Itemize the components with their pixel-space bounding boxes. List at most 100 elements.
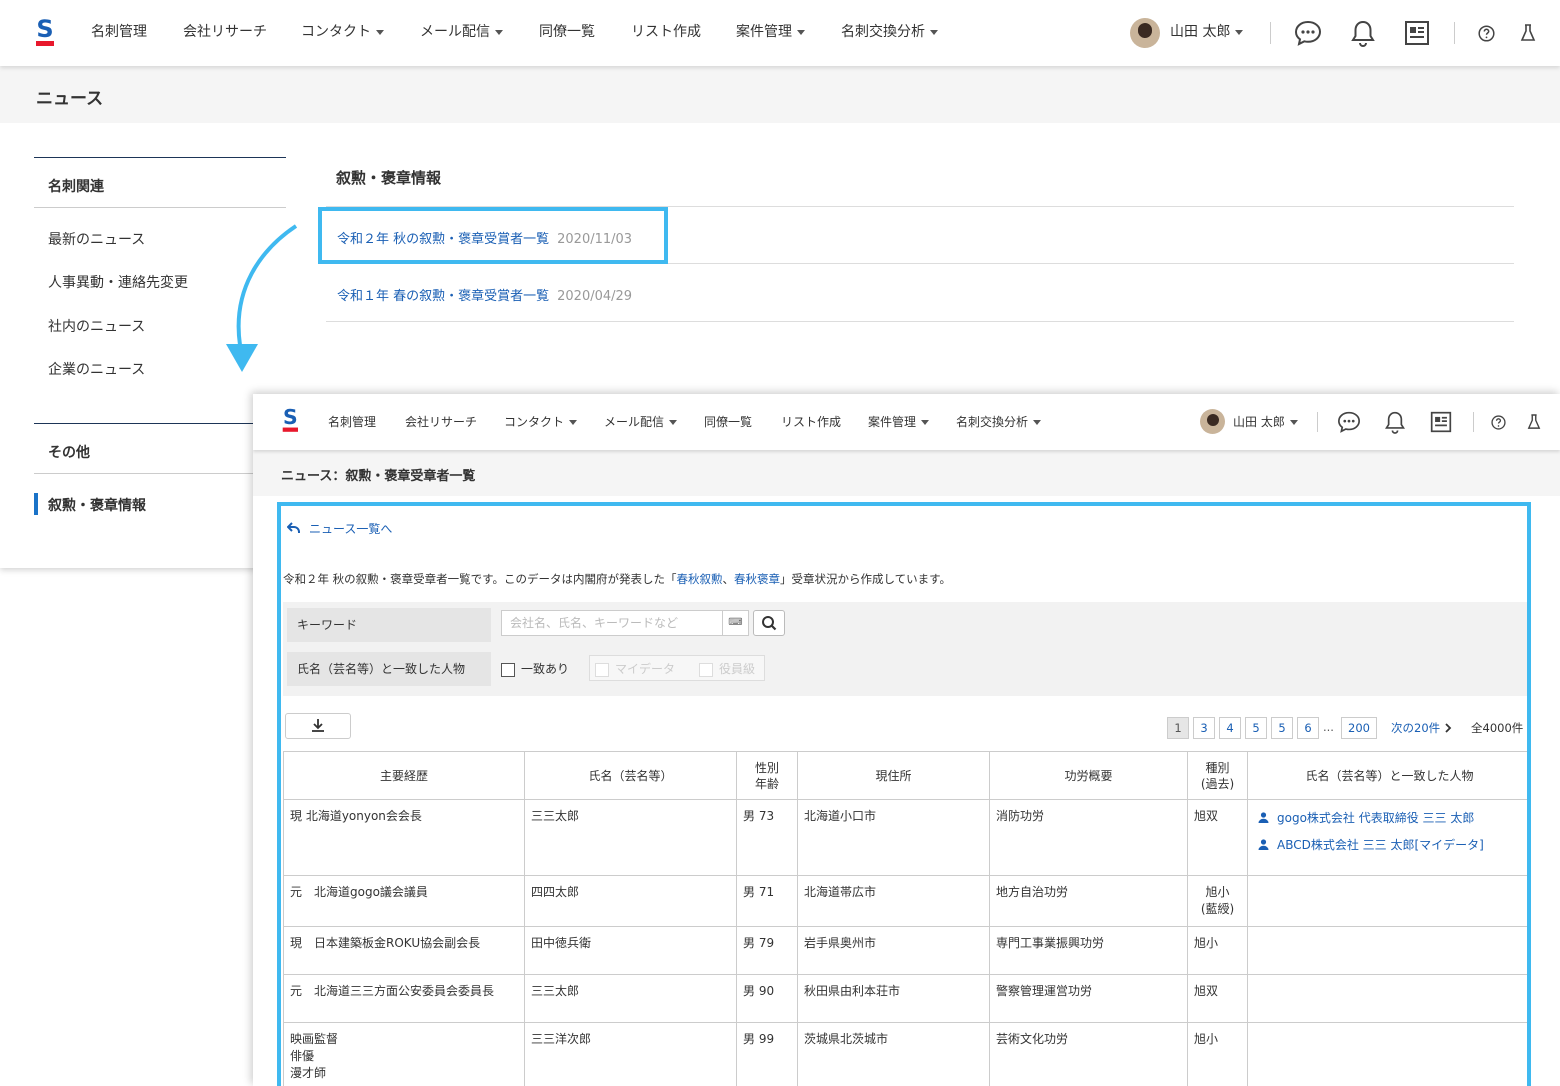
table-row: 現 北海道yonyon会会長 三三太郎 男 73 北海道小口市 消防功労 旭双 … xyxy=(283,799,1527,876)
matched-person-link[interactable]: gogo株式会社 代表取締役 三三 太郎 xyxy=(1258,810,1525,827)
flask-icon[interactable] xyxy=(1527,414,1541,434)
decoration-list-screen: S 名刺管理 会社リサーチ コンタクト メール配信 同僚一覧 リスト作成 案件管… xyxy=(253,394,1560,1086)
page-button-last[interactable]: 200 xyxy=(1341,717,1377,739)
cell-merit: 地方自治功労 xyxy=(989,875,1188,927)
nav-list-creation[interactable]: リスト作成 xyxy=(631,22,701,42)
avatar[interactable] xyxy=(1130,18,1160,48)
cell-matched-person xyxy=(1247,926,1527,975)
user-menu[interactable]: 山田 太郎 xyxy=(1170,22,1244,42)
page-title-bar: ニュース：叙勲・褒章受章者一覧 xyxy=(253,450,1560,496)
cell-matched-person: gogo株式会社 代表取締役 三三 太郎 ABCD株式会社 三三 太郎[マイデー… xyxy=(1247,799,1527,876)
link-spring-autumn-medals[interactable]: 春秋褒章 xyxy=(734,572,780,586)
page-button[interactable]: 4 xyxy=(1219,717,1241,739)
executive-checkbox: 役員級 xyxy=(699,660,755,677)
sidebar-item-decorations[interactable]: 叙勲・褒章情報 xyxy=(48,495,146,515)
nav-colleagues[interactable]: 同僚一覧 xyxy=(539,22,595,42)
cell-name: 田中徳兵衛 xyxy=(524,926,737,975)
bell-icon[interactable] xyxy=(1384,410,1406,438)
chevron-down-icon xyxy=(1235,29,1244,35)
search-button[interactable] xyxy=(753,610,785,636)
link-spring-autumn-decorations[interactable]: 春秋叙勲 xyxy=(677,572,723,586)
nav-mail-delivery[interactable]: メール配信 xyxy=(420,22,503,42)
nav-contact[interactable]: コンタクト xyxy=(504,413,578,430)
table-header-row: 主要経歴 氏名（芸名等） 性別 年齢 現住所 功労概要 種別 (過去) 氏名（芸… xyxy=(283,751,1527,800)
nav-company-research[interactable]: 会社リサーチ xyxy=(183,22,267,42)
user-menu[interactable]: 山田 太郎 xyxy=(1233,413,1298,430)
bell-icon[interactable] xyxy=(1350,19,1376,51)
app-logo[interactable]: S xyxy=(281,407,300,434)
nav-contact[interactable]: コンタクト xyxy=(301,22,384,42)
nav-card-management[interactable]: 名刺管理 xyxy=(328,413,376,430)
nav-exchange-analysis[interactable]: 名刺交換分析 xyxy=(956,413,1042,430)
nav-mail-delivery[interactable]: メール配信 xyxy=(604,413,678,430)
cell-merit: 専門工事業振興功労 xyxy=(989,926,1188,975)
cell-career: 現 北海道yonyon会会長 xyxy=(283,799,525,876)
sidebar-item-personnel-changes[interactable]: 人事異動・連絡先変更 xyxy=(48,272,188,292)
mydata-checkbox: マイデータ xyxy=(595,660,675,677)
matched-person-link[interactable]: ABCD株式会社 三三 太郎[マイデータ] xyxy=(1258,837,1525,854)
sidebar-item-latest-news[interactable]: 最新のニュース xyxy=(48,229,145,249)
news-icon[interactable] xyxy=(1430,411,1452,437)
nav-deal-management[interactable]: 案件管理 xyxy=(868,413,930,430)
top-navigation: S 名刺管理 会社リサーチ コンタクト メール配信 同僚一覧 リスト作成 案件管… xyxy=(0,0,1560,66)
cell-address: 北海道帯広市 xyxy=(797,875,990,927)
top-navigation: S 名刺管理 会社リサーチ コンタクト メール配信 同僚一覧 リスト作成 案件管… xyxy=(253,394,1560,450)
page-button[interactable]: 3 xyxy=(1193,717,1215,739)
chevron-down-icon xyxy=(921,420,930,425)
match-checkbox[interactable]: 一致あり xyxy=(501,660,569,677)
col-merit: 功労概要 xyxy=(989,751,1188,800)
nav-exchange-analysis[interactable]: 名刺交換分析 xyxy=(841,22,938,42)
avatar[interactable] xyxy=(1200,409,1225,434)
page-button[interactable]: 1 xyxy=(1167,717,1189,739)
person-icon xyxy=(1258,812,1269,823)
cell-type: 旭小 (藍綬) xyxy=(1187,875,1248,927)
page-button[interactable]: 5 xyxy=(1271,717,1293,739)
cell-type: 旭双 xyxy=(1187,974,1248,1023)
chevron-down-icon xyxy=(495,29,503,35)
nav-list-creation[interactable]: リスト作成 xyxy=(781,413,841,430)
download-button[interactable] xyxy=(285,713,351,739)
next-page-link[interactable]: 次の20件 xyxy=(1391,720,1453,736)
page-button[interactable]: 5 xyxy=(1245,717,1267,739)
chat-icon[interactable] xyxy=(1294,20,1322,50)
total-count: 全4000件 xyxy=(1471,721,1524,735)
sidebar-item-company-news[interactable]: 企業のニュース xyxy=(48,359,145,379)
download-icon xyxy=(312,719,324,732)
news-icon[interactable] xyxy=(1404,20,1430,50)
nav-card-management[interactable]: 名刺管理 xyxy=(91,22,147,42)
curved-arrow-icon xyxy=(226,224,298,372)
sidebar-item-internal-news[interactable]: 社内のニュース xyxy=(48,316,145,336)
cell-merit: 消防功労 xyxy=(989,799,1188,876)
cell-career: 元 北海道gogo議会議員 xyxy=(283,875,525,927)
help-icon[interactable] xyxy=(1478,25,1495,46)
search-panel: キーワード 会社名、氏名、キーワードなど ⌨ 氏名（芸名等）と一致した人物 一致… xyxy=(283,602,1527,696)
chat-icon[interactable] xyxy=(1337,411,1361,437)
cell-name: 三三洋次郎 xyxy=(524,1022,737,1086)
nav-colleagues[interactable]: 同僚一覧 xyxy=(704,413,752,430)
back-to-news-link[interactable]: ニュース一覧へ xyxy=(286,520,392,537)
cell-address: 岩手県奥州市 xyxy=(797,926,990,975)
sidebar-heading-card: 名刺関連 xyxy=(48,179,104,195)
highlight-frame: ニュース一覧へ 令和２年 秋の叙勲・褒章受章者一覧です。このデータは内閣府が発表… xyxy=(277,502,1531,1086)
cell-address: 秋田県由利本荘市 xyxy=(797,974,990,1023)
app-logo[interactable]: S xyxy=(34,17,56,48)
col-sex-age: 性別 年齢 xyxy=(736,751,798,800)
table-row: 映画監督 俳優 漫才師 三三洋次郎 男 99 茨城県北茨城市 芸術文化功労 旭小 xyxy=(283,1022,1527,1086)
nav-company-research[interactable]: 会社リサーチ xyxy=(405,413,477,430)
table-row: 元 北海道三三方面公安委員会委員長 三三太郎 男 90 秋田県由利本荘市 警察管… xyxy=(283,974,1527,1023)
back-arrow-icon xyxy=(286,522,300,533)
chevron-down-icon xyxy=(569,420,578,425)
cell-sex-age: 男 73 xyxy=(736,799,798,876)
description-text: 令和２年 秋の叙勲・褒章受章者一覧です。このデータは内閣府が発表した「春秋叙勲、… xyxy=(283,572,952,586)
cell-merit: 警察管理運営功労 xyxy=(989,974,1188,1023)
page-button[interactable]: 6 xyxy=(1297,717,1319,739)
cell-type: 旭小 xyxy=(1187,926,1248,975)
sidebar-heading-other: その他 xyxy=(48,445,90,461)
news-link-reiwa1-spring[interactable]: 令和１年 春の叙勲・褒章受賞者一覧 2020/04/29 xyxy=(337,285,632,304)
page-title: ニュース：叙勲・褒章受章者一覧 xyxy=(281,469,476,484)
keyboard-icon[interactable]: ⌨ xyxy=(722,611,748,635)
keyword-input[interactable]: 会社名、氏名、キーワードなど ⌨ xyxy=(501,610,749,636)
help-icon[interactable] xyxy=(1491,415,1506,434)
flask-icon[interactable] xyxy=(1520,24,1536,46)
nav-deal-management[interactable]: 案件管理 xyxy=(736,22,805,42)
